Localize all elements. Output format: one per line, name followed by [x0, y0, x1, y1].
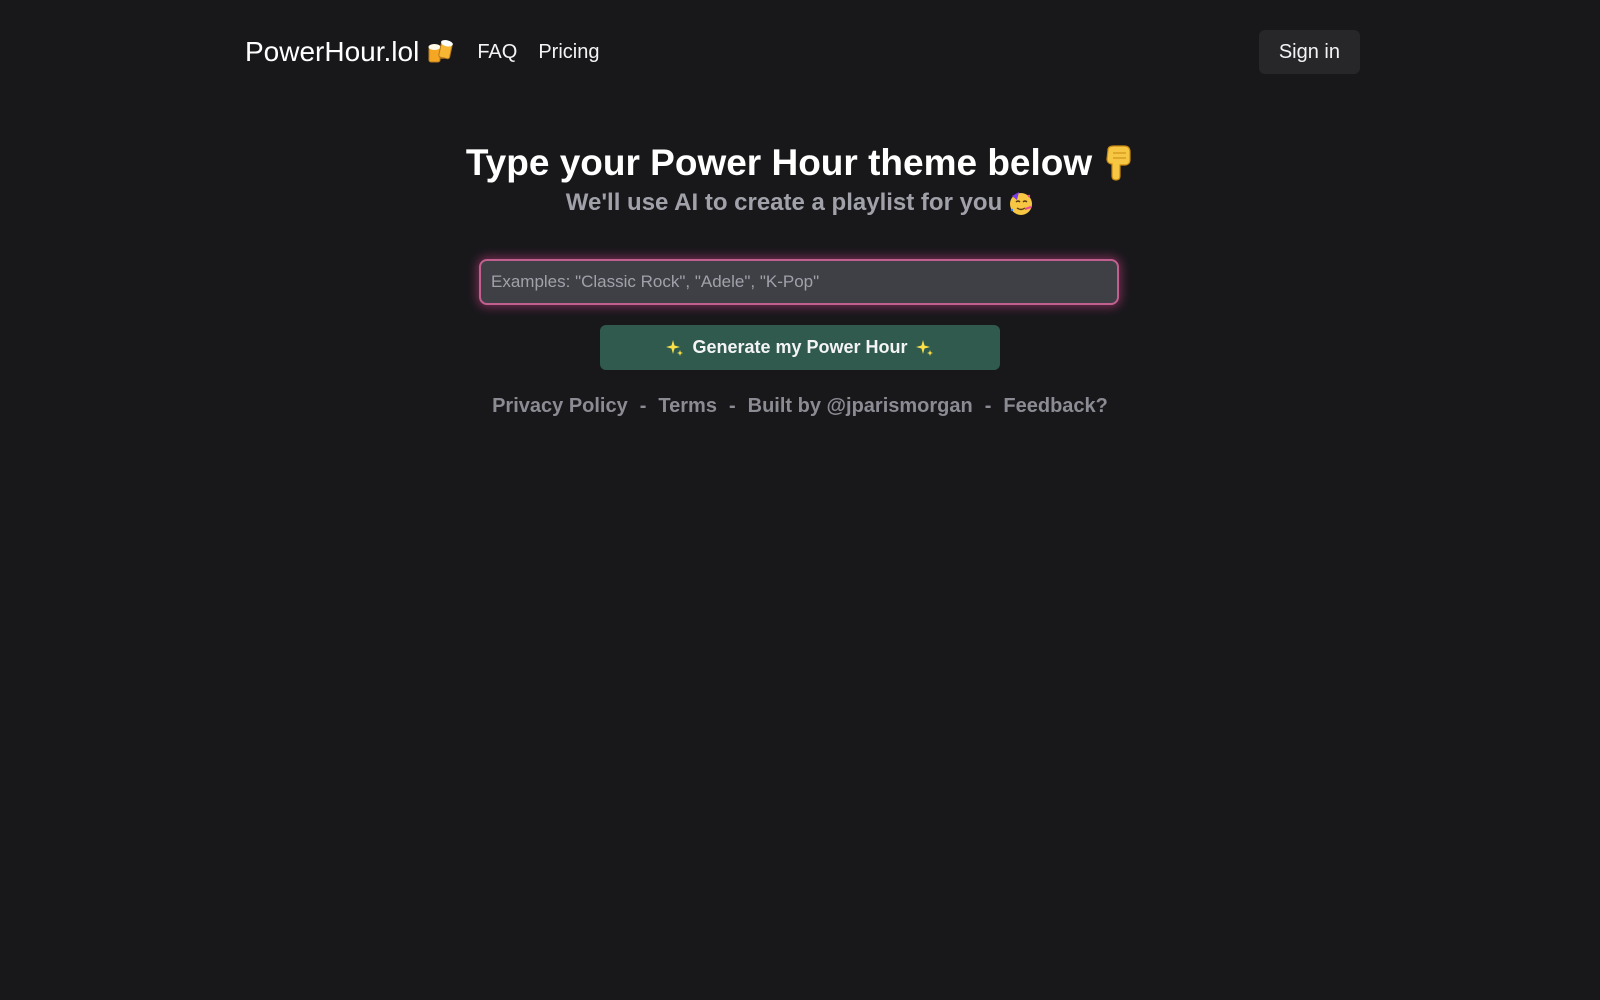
- party-face-icon: [1008, 190, 1034, 216]
- brand-name: PowerHour.lol: [245, 36, 420, 67]
- author-link[interactable]: Built by @jparismorgan: [748, 395, 973, 417]
- beer-mugs-icon: [427, 38, 455, 66]
- nav-link-faq[interactable]: FAQ: [477, 41, 517, 64]
- footer-links: Privacy Policy - Terms - Built by @jparismor…: [0, 390, 1600, 422]
- top-nav: PowerHour.lol FAQ Pricing Sign in: [245, 26, 1360, 78]
- page-subtitle-text: We'll use AI to create a playlist for yo…: [565, 189, 1003, 216]
- sparkles-icon: [666, 339, 684, 357]
- footer-separator: -: [984, 395, 992, 417]
- footer-separator: -: [728, 395, 736, 417]
- theme-input[interactable]: [479, 259, 1119, 305]
- footer-separator: -: [639, 395, 647, 417]
- generate-button[interactable]: Generate my Power Hour: [600, 325, 1000, 370]
- brand-link[interactable]: PowerHour.lol: [245, 36, 455, 68]
- page-title-text: Type your Power Hour theme below: [465, 142, 1093, 183]
- page-subtitle: We'll use AI to create a playlist for yo…: [566, 186, 1035, 220]
- nav-link-pricing[interactable]: Pricing: [538, 41, 599, 64]
- page-title: Type your Power Hour theme below: [466, 140, 1134, 186]
- pointing-down-icon: [1104, 144, 1134, 182]
- privacy-policy-link[interactable]: Privacy Policy: [492, 395, 628, 417]
- generate-button-label: Generate my Power Hour: [692, 337, 908, 357]
- theme-input-wrapper: [479, 259, 1119, 305]
- sparkles-icon: [915, 339, 934, 357]
- sign-in-button[interactable]: Sign in: [1258, 30, 1360, 74]
- terms-link[interactable]: Terms: [658, 395, 717, 417]
- feedback-link[interactable]: Feedback?: [1003, 395, 1107, 417]
- hero: Type your Power Hour theme below We'll u…: [0, 140, 1600, 220]
